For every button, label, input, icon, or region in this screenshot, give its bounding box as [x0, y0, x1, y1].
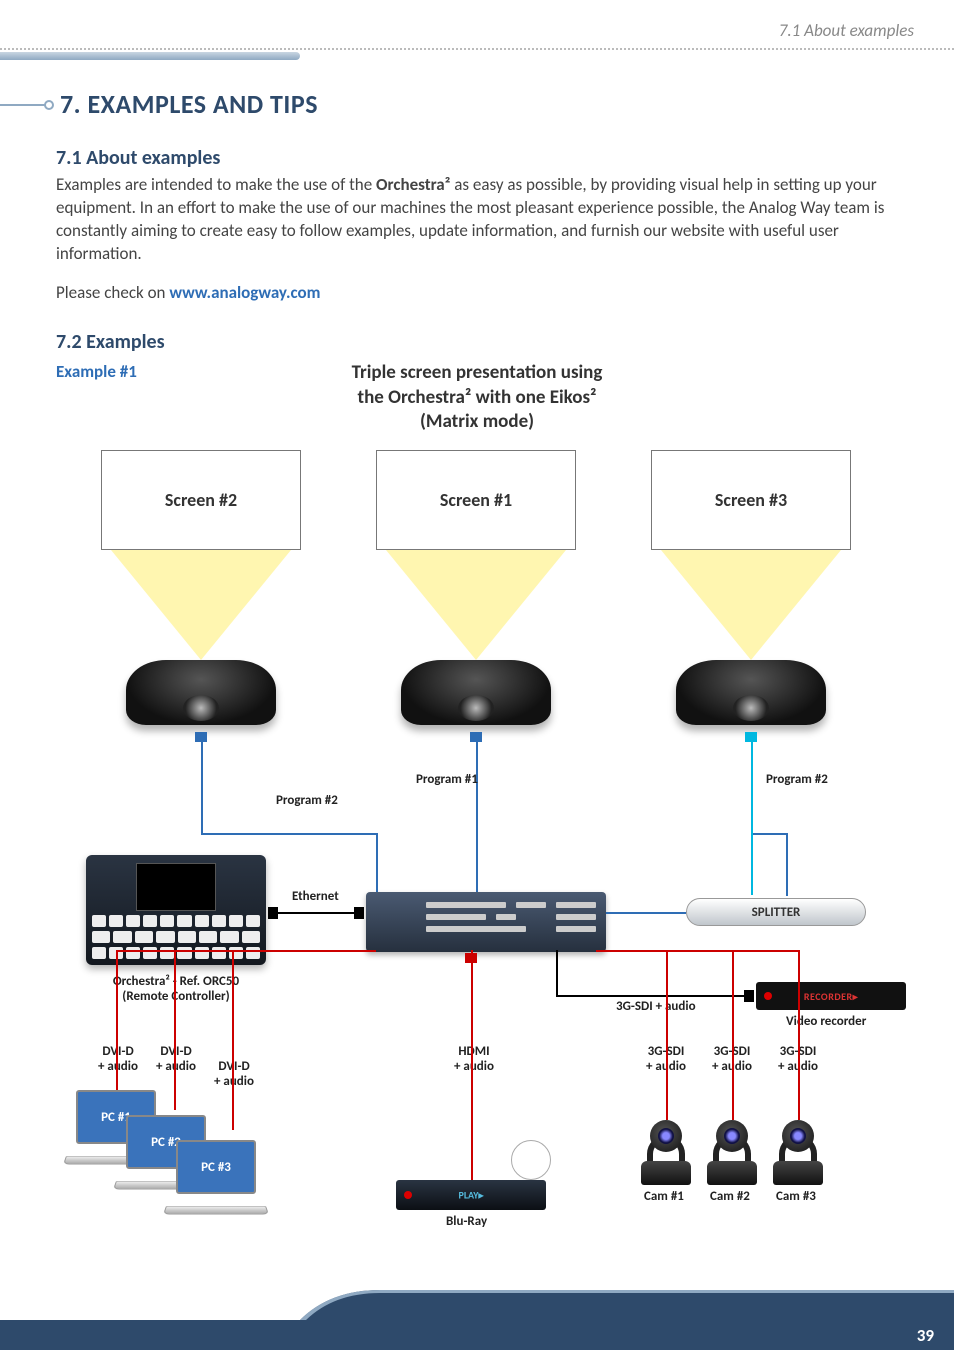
wire-sdi-v [556, 950, 558, 997]
disc-icon [511, 1140, 551, 1180]
diagram-title-l1: Triple screen presentation using [0, 361, 954, 386]
wire-pc2 [174, 950, 176, 1110]
laptop-pc3: PC #3 [166, 1140, 266, 1220]
diagram-title: Triple screen presentation using the Orc… [0, 361, 954, 435]
orchestra-controller [86, 855, 266, 965]
laptop-pc3-base [163, 1206, 269, 1215]
wire-cam3 [798, 950, 800, 1120]
screen-2-box: Screen #2 [101, 450, 301, 550]
diagram-container: Screen #2 Screen #1 Screen #3 Program #2… [56, 450, 914, 1270]
check-link[interactable]: www.analogway.com [169, 282, 320, 303]
screen-1-box: Screen #1 [376, 450, 576, 550]
label-cam3: Cam #3 [776, 1190, 816, 1205]
label-cam2: Cam #2 [710, 1190, 750, 1205]
bluray-player: PLAY▸ [396, 1180, 546, 1210]
video-recorder-box: RECORDER▸ [756, 982, 906, 1010]
wire-pc3 [232, 950, 234, 1130]
arrow-hdmi-up [465, 953, 477, 963]
label-hdmi: HDMI + audio [454, 1045, 494, 1075]
wire-hdmi [471, 950, 473, 1180]
arrow-proj3-in [745, 732, 757, 742]
camera-2 [707, 1120, 757, 1185]
para-bold: Orchestra² [376, 174, 450, 195]
splitter-box: SPLITTER [686, 898, 866, 926]
diagram-title-l3: (Matrix mode) [0, 410, 954, 435]
beam-3 [661, 550, 841, 660]
label-sdi-audio: 3G-SDI + audio [616, 1000, 696, 1015]
arrow-ethernet-r [354, 907, 364, 919]
chapter-title: 7. EXAMPLES AND TIPS [60, 88, 318, 120]
section-7-1-check: Please check on www.analogway.com [56, 282, 914, 305]
section-7-1-body: Examples are intended to make the use of… [56, 174, 914, 266]
camera-3 [773, 1120, 823, 1185]
bluray-inner-label: PLAY▸ [458, 1189, 483, 1202]
label-program2-left: Program #2 [276, 794, 338, 809]
wire-splitter-out2-v [786, 833, 788, 896]
wire-ethernet [276, 912, 356, 914]
wire-cam-h [596, 950, 800, 952]
wire-prog2-h [201, 833, 376, 835]
arrow-sdi [744, 990, 754, 1002]
label-cam1: Cam #1 [644, 1190, 684, 1205]
eikos-processor [366, 892, 606, 952]
beam-1 [386, 550, 566, 660]
projector-3 [676, 660, 826, 725]
diagram-title-l2: the Orchestra² with one Eikos² [0, 386, 954, 411]
header-divider [0, 48, 954, 50]
header-accent-bar [0, 52, 300, 60]
screen-3-box: Screen #3 [651, 450, 851, 550]
hdmi-b: + audio [454, 1060, 494, 1075]
projector-1 [401, 660, 551, 725]
label-program1: Program #1 [416, 773, 478, 788]
camera-1 [641, 1120, 691, 1185]
wire-proc-to-splitter [606, 912, 686, 914]
wire-prog2-v [376, 833, 378, 895]
label-ethernet: Ethernet [292, 890, 339, 905]
wire-cam1 [666, 950, 668, 1120]
wire-sdi-h [556, 995, 746, 997]
page-number: 39 [917, 1325, 934, 1346]
wire-proj1-in [476, 740, 478, 895]
label-bluray: Blu-Ray [446, 1215, 487, 1230]
section-7-2-title: 7.2 Examples [56, 330, 165, 354]
wire-proj2-in [201, 740, 203, 835]
hdmi-a: HDMI [454, 1045, 494, 1060]
arrow-proj1-in [470, 732, 482, 742]
footer-curve [0, 1290, 954, 1320]
wire-pc1 [116, 950, 118, 1090]
para-pre: Examples are intended to make the use of… [56, 174, 376, 195]
section-7-1-title: 7.1 About examples [56, 146, 220, 170]
laptop-pc3-screen: PC #3 [176, 1140, 256, 1194]
arrow-proj2-in [195, 732, 207, 742]
chapter-bullet-circle [44, 100, 54, 110]
wire-pc-h [116, 950, 376, 952]
label-program2-right: Program #2 [766, 773, 828, 788]
wire-proj3-in [751, 740, 753, 895]
beam-2 [111, 550, 291, 660]
footer-bar: 39 [0, 1320, 954, 1350]
projector-2 [126, 660, 276, 725]
header-breadcrumb: 7.1 About examples [779, 20, 914, 41]
check-pre: Please check on [56, 282, 169, 303]
wire-splitter-out2-h [753, 833, 786, 835]
arrow-ethernet-l [268, 907, 278, 919]
wire-cam2 [732, 950, 734, 1120]
